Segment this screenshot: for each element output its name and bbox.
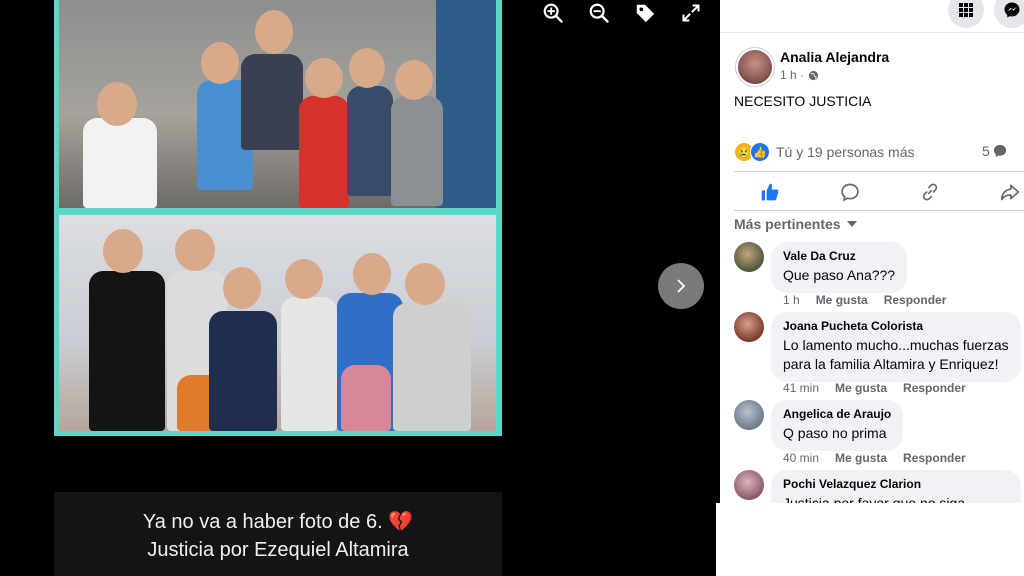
sort-label: Más pertinentes xyxy=(734,216,841,232)
globe-icon xyxy=(808,70,819,80)
photo-figure-head xyxy=(395,60,433,100)
photo-figure-head xyxy=(175,229,215,271)
copy-link-button[interactable] xyxy=(918,180,942,204)
photo-figure xyxy=(299,96,349,208)
photo-figure xyxy=(83,118,157,208)
like-button[interactable] xyxy=(758,180,782,204)
actions-divider-bottom xyxy=(734,210,1024,211)
comment-icon xyxy=(841,183,859,202)
panel-bottom-area xyxy=(716,503,1024,576)
photo-top xyxy=(59,0,496,208)
like-icon xyxy=(761,183,779,201)
photo-collage[interactable] xyxy=(54,0,502,436)
author-avatar[interactable] xyxy=(736,48,774,86)
photo-figure xyxy=(347,86,393,196)
commenter-name[interactable]: Pochi Velazquez Clarion xyxy=(783,477,1009,491)
photo-figure-head xyxy=(255,10,293,54)
comment-bubble: Joana Pucheta Colorista Lo lamento mucho… xyxy=(771,312,1021,382)
comment-reply-link[interactable]: Responder xyxy=(903,451,966,465)
caption-line-1: Ya no va a haber foto de 6. xyxy=(142,511,383,533)
photo-figure-head xyxy=(305,58,343,98)
commenter-name[interactable]: Angelica de Araujo xyxy=(783,407,891,421)
zoom-out-icon[interactable] xyxy=(586,0,612,26)
comment-text: Justicia por favor que no siga xyxy=(783,495,966,503)
comment-like-link[interactable]: Me gusta xyxy=(835,451,887,465)
sort-selector[interactable]: Más pertinentes xyxy=(734,216,857,232)
comment-meta: 1 h Me gusta Responder xyxy=(783,293,946,307)
photo-figure xyxy=(209,311,277,431)
photo-figure xyxy=(393,303,471,431)
grid-menu-icon[interactable] xyxy=(948,0,984,28)
photo-figure-head xyxy=(201,42,239,84)
post-time-text: 1 h · xyxy=(780,68,805,82)
comment-count[interactable]: 5 xyxy=(982,143,1007,159)
photo-figure xyxy=(391,96,443,206)
commenter-avatar[interactable] xyxy=(734,400,764,430)
photo-figure xyxy=(281,297,337,431)
photo-door xyxy=(436,0,496,208)
zoom-in-icon[interactable] xyxy=(540,0,566,26)
comment-like-link[interactable]: Me gusta xyxy=(816,293,868,307)
photo-figure-head xyxy=(97,82,137,126)
comment-bubble-icon xyxy=(993,144,1006,158)
comment-reply-link[interactable]: Responder xyxy=(884,293,947,307)
comment-time[interactable]: 1 h xyxy=(783,293,800,307)
photo-figure-head xyxy=(285,259,323,299)
header-divider xyxy=(720,32,1024,33)
post-text: NECESITO JUSTICIA xyxy=(734,93,872,109)
photo-figure xyxy=(241,54,303,150)
photo-figure xyxy=(341,365,391,431)
commenter-name[interactable]: Joana Pucheta Colorista xyxy=(783,319,1009,333)
photo-figure xyxy=(89,271,165,431)
comment-button[interactable] xyxy=(838,180,862,204)
photo-figure-head xyxy=(405,263,445,305)
commenter-avatar[interactable] xyxy=(734,470,764,500)
caret-down-icon xyxy=(846,221,857,227)
actions-divider-top xyxy=(734,171,1024,172)
comment-text: Que paso Ana??? xyxy=(783,267,896,283)
comment-text: Lo lamento mucho...muchas fuerzas para l… xyxy=(783,337,1009,372)
photo-figure-head xyxy=(103,229,143,273)
comment-bubble: Vale Da Cruz Que paso Ana??? xyxy=(771,242,908,293)
comment-reply-link[interactable]: Responder xyxy=(903,381,966,395)
messenger-icon[interactable] xyxy=(994,0,1024,28)
like-reaction-icon: 👍 xyxy=(750,142,770,162)
reactions-text: Tú y 19 personas más xyxy=(776,144,915,160)
comment-time[interactable]: 40 min xyxy=(783,451,819,465)
comment-text: Q paso no prima xyxy=(783,425,887,441)
photo-viewer: Ya no va a haber foto de 6. 💔 Justicia p… xyxy=(0,0,716,576)
commenter-name[interactable]: Vale Da Cruz xyxy=(783,249,895,263)
comment-like-link[interactable]: Me gusta xyxy=(835,381,887,395)
photo-bottom xyxy=(59,215,496,431)
tag-icon[interactable] xyxy=(632,0,658,26)
comment-meta: 40 min Me gusta Responder xyxy=(783,451,966,465)
commenter-avatar[interactable] xyxy=(734,312,764,342)
fullscreen-icon[interactable] xyxy=(678,0,704,26)
photo-figure-head xyxy=(223,267,261,309)
commenter-avatar[interactable] xyxy=(734,242,764,272)
next-photo-button[interactable] xyxy=(658,263,704,309)
photo-figure-head xyxy=(353,253,391,295)
broken-heart-icon: 💔 xyxy=(388,511,414,533)
comment-bubble: Angelica de Araujo Q paso no prima xyxy=(771,400,904,451)
caption-line-2: Justicia por Ezequiel Altamira xyxy=(147,539,409,561)
comment-bubble: Pochi Velazquez Clarion Justicia por fav… xyxy=(771,470,1021,503)
author-name[interactable]: Analia Alejandra xyxy=(780,49,889,65)
share-link-icon xyxy=(922,183,938,201)
comment-meta: 41 min Me gusta Responder xyxy=(783,381,966,395)
post-panel: Analia Alejandra 1 h · NECESITO JUSTICIA… xyxy=(720,0,1024,503)
chevron-right-icon xyxy=(677,279,686,293)
photo-caption: Ya no va a haber foto de 6. 💔 Justicia p… xyxy=(54,492,502,576)
reactions-summary[interactable]: 😢 👍 Tú y 19 personas más xyxy=(734,142,915,162)
share-button[interactable] xyxy=(998,180,1022,204)
share-icon xyxy=(1000,184,1020,201)
comment-count-text: 5 xyxy=(982,143,990,159)
photo-figure-head xyxy=(349,48,385,88)
comment-time[interactable]: 41 min xyxy=(783,381,819,395)
post-time[interactable]: 1 h · xyxy=(780,68,819,82)
